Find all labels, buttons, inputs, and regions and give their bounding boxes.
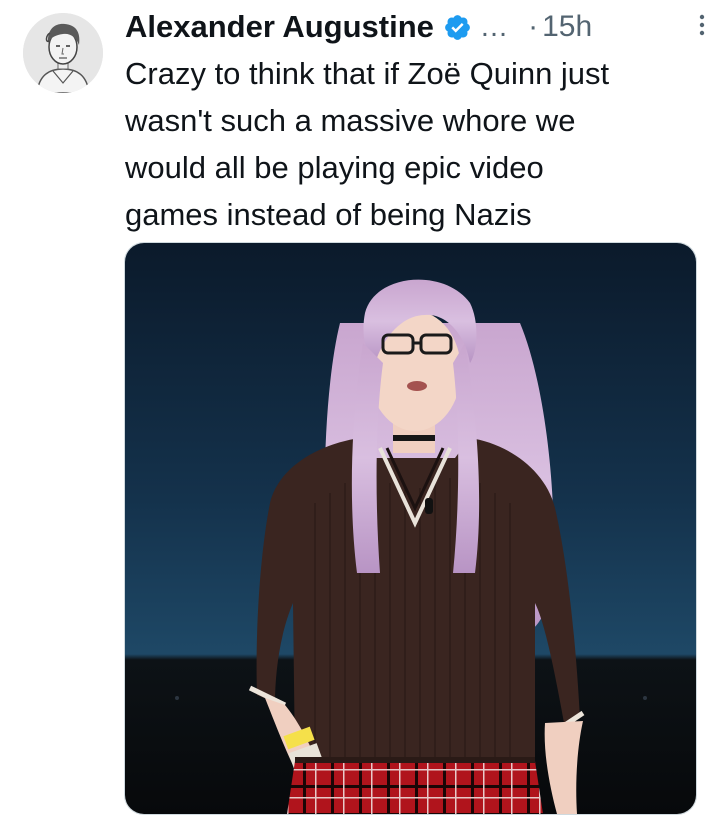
tweet-header: Alexander Augustine ... · 15h [125,4,702,50]
more-vertical-icon[interactable] [692,10,712,40]
avatar[interactable] [23,13,103,93]
timestamp[interactable]: 15h [542,10,592,44]
author-handle[interactable]: ... [481,11,508,44]
sketch-portrait-avatar [23,13,103,93]
tweet-media-photo[interactable] [124,242,697,815]
photo-person-on-stage [125,243,696,814]
header-separator: · [528,10,539,43]
tweet-text: Crazy to think that if Zoë Quinn just wa… [125,56,610,232]
verified-badge-icon[interactable] [443,13,472,42]
author-display-name[interactable]: Alexander Augustine [125,9,434,45]
